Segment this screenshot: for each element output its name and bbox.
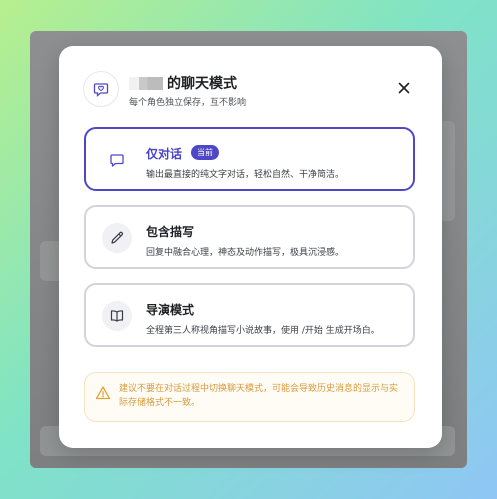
option-with-description[interactable]: 包含描写 回复中融合心理，神态及动作描写，极具沉浸感。 — [84, 205, 415, 269]
option-description: 输出最直接的纯文字对话，轻松自然、干净简洁。 — [146, 170, 345, 180]
dialog-title-text: 的聊天模式 — [167, 76, 237, 92]
option-director-mode[interactable]: 导演模式 全程第三人称视角描写小说故事，使用 /开始 生成开场白。 — [84, 283, 415, 347]
pen-icon — [102, 223, 132, 253]
option-chat-only[interactable]: 仅对话 当前 输出最直接的纯文字对话，轻松自然、干净简洁。 — [84, 127, 415, 191]
dialog-subtitle: 每个角色独立保存，互不影响 — [129, 98, 247, 108]
option-title: 仅对话 — [146, 147, 183, 161]
warning-text: 建议不要在对话过程中切换聊天模式，可能会导致历史消息的显示与实际存储格式不一致。 — [119, 384, 399, 408]
chat-bubble-icon — [102, 145, 132, 175]
close-icon — [398, 82, 410, 94]
character-name-redacted — [129, 76, 163, 90]
option-description: 回复中融合心理，神态及动作描写，极具沉浸感。 — [146, 248, 345, 258]
option-title: 导演模式 — [146, 303, 195, 317]
warning-notice: 建议不要在对话过程中切换聊天模式，可能会导致历史消息的显示与实际存储格式不一致。 — [84, 372, 415, 422]
current-badge: 当前 — [191, 145, 219, 160]
dialog-title: 的聊天模式 — [129, 73, 237, 93]
chat-mode-dialog: 的聊天模式 每个角色独立保存，互不影响 仅对话 当前 输出最直接的纯文字对话，轻… — [59, 46, 442, 448]
book-icon — [102, 301, 132, 331]
option-description: 全程第三人称视角描写小说故事，使用 /开始 生成开场白。 — [146, 326, 380, 336]
option-title: 包含描写 — [146, 225, 195, 239]
warning-triangle-icon — [95, 386, 111, 400]
close-button[interactable] — [393, 77, 415, 99]
heart-chat-icon — [83, 71, 119, 107]
